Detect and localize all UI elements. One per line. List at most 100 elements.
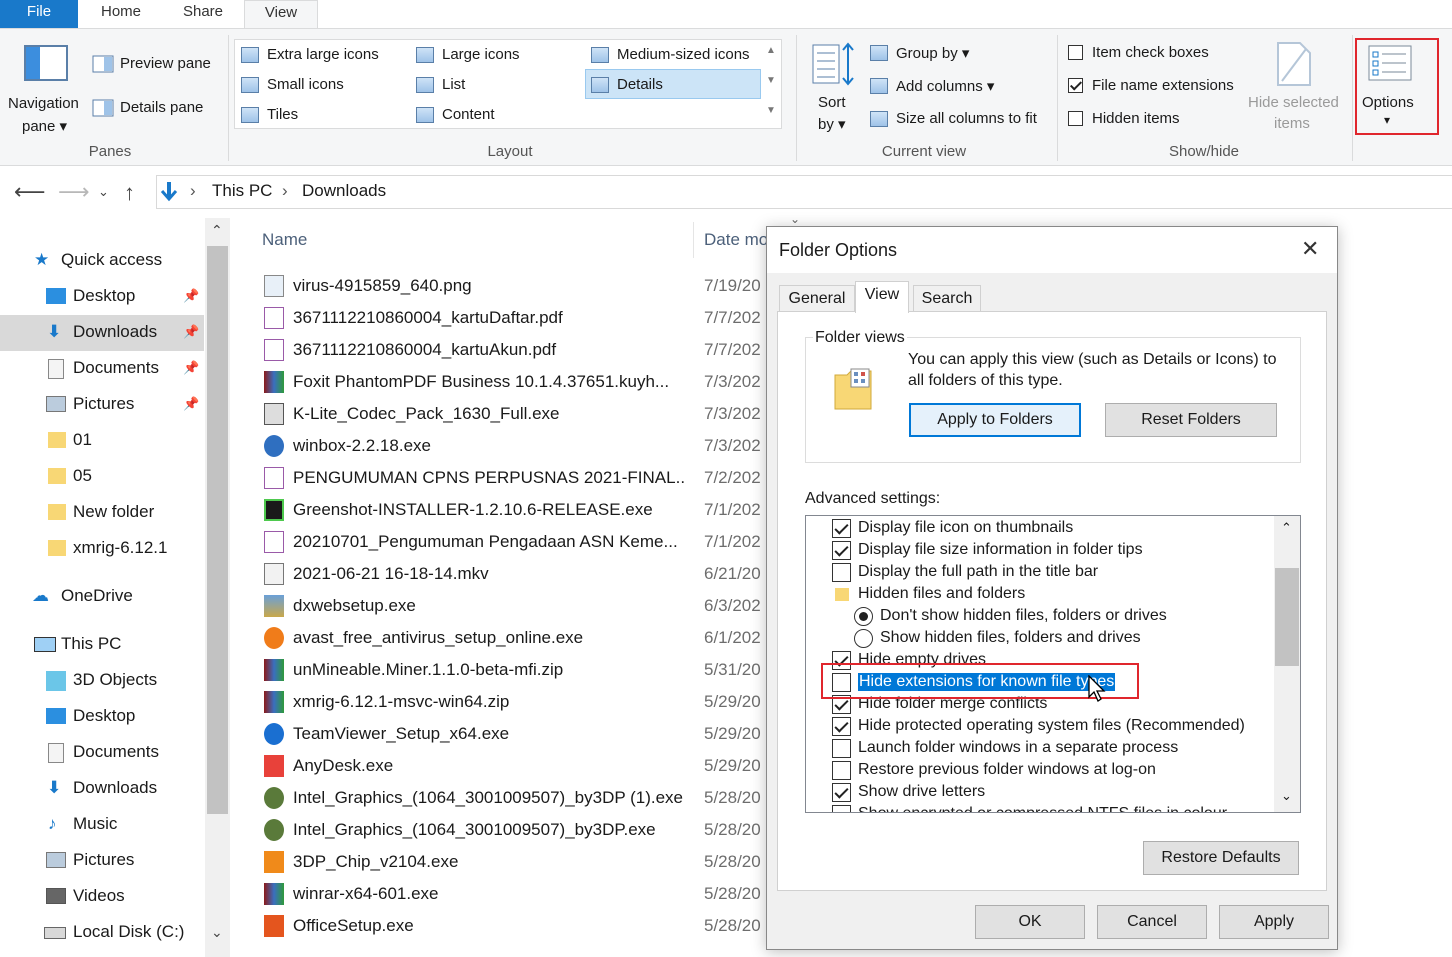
cancel-button[interactable]: Cancel [1097, 905, 1207, 939]
nav-quick-downloads[interactable]: ⬇ Downloads 📌 [0, 315, 204, 351]
archive-file-icon [264, 883, 284, 905]
nav-label: 3D Objects [73, 670, 158, 689]
nav-pc-downloads[interactable]: ⬇ Downloads [0, 771, 204, 807]
file-row[interactable]: K-Lite_Codec_Pack_1630_Full.exe 7/3/202 [262, 398, 768, 430]
file-row[interactable]: PENGUMUMAN CPNS PERPUSNAS 2021-FINAL... … [262, 462, 768, 494]
setting-checkbox[interactable] [832, 717, 851, 736]
file-row[interactable]: 3DP_Chip_v2104.exe 5/28/20 [262, 846, 768, 878]
forward-arrow-icon[interactable]: ⟶ [58, 179, 90, 205]
settings-scrollbar[interactable]: ⌃ ⌄ [1274, 516, 1300, 812]
nav-pc-local-disk[interactable]: Local Disk (C:) [0, 915, 204, 951]
tab-home[interactable]: Home [88, 0, 154, 28]
nav-quick-documents[interactable]: Documents 📌 [0, 351, 204, 387]
setting-checkbox[interactable] [832, 761, 851, 780]
file-date: 7/3/202 [704, 372, 761, 391]
layout-scroll-down-icon[interactable]: ▼ [766, 75, 776, 86]
file-row[interactable]: Intel_Graphics_(1064_3001009507)_by3DP.e… [262, 814, 768, 846]
setting-checkbox[interactable] [832, 563, 851, 582]
scroll-down-icon[interactable]: ⌄ [211, 924, 223, 941]
nav-pc-3d-objects[interactable]: 3D Objects [0, 663, 204, 699]
apply-button[interactable]: Apply [1219, 905, 1329, 939]
nav-quick-xmrig[interactable]: xmrig-6.12.1 [0, 531, 204, 567]
nav-pc-music[interactable]: ♪ Music [0, 807, 204, 843]
file-row[interactable]: winrar-x64-601.exe 5/28/20 [262, 878, 768, 910]
nav-scrollbar[interactable]: ⌃ ⌄ [205, 218, 230, 957]
setting-checkbox[interactable] [832, 739, 851, 758]
nav-onedrive[interactable]: ☁ OneDrive [0, 579, 204, 615]
file-row[interactable]: 2021-06-21 16-18-14.mkv 6/21/20 [262, 558, 768, 590]
nav-pc-pictures[interactable]: Pictures [0, 843, 204, 879]
recent-locations-icon[interactable]: ⌄ [98, 184, 109, 200]
dialog-title-bar[interactable]: Folder Options ✕ [767, 227, 1337, 273]
file-row[interactable]: Greenshot-INSTALLER-1.2.10.6-RELEASE.exe… [262, 494, 768, 526]
nav-quick-folder-01[interactable]: 01 [0, 423, 204, 459]
navigation-pane-label-2: pane ▾ [22, 118, 68, 135]
file-row[interactable]: 20210701_Pengumuman Pengadaan ASN Keme..… [262, 526, 768, 558]
up-arrow-icon[interactable]: ↑ [124, 180, 135, 206]
file-row[interactable]: virus-4915859_640.png 7/19/20 [262, 270, 768, 302]
setting-label: Display the full path in the title bar [858, 563, 1099, 580]
item-check-boxes-checkbox[interactable] [1068, 45, 1083, 60]
file-name-extensions-checkbox[interactable] [1068, 78, 1083, 93]
tab-file[interactable]: File [0, 0, 78, 28]
file-row[interactable]: unMineable.Miner.1.1.0-beta-mfi.zip 5/31… [262, 654, 768, 686]
file-name: Intel_Graphics_(1064_3001009507)_by3DP.e… [293, 820, 656, 839]
file-row[interactable]: 3671112210860004_kartuDaftar.pdf 7/7/202 [262, 302, 768, 334]
tab-view[interactable]: View [244, 0, 318, 29]
file-row[interactable]: OfficeSetup.exe 5/28/20 [262, 910, 768, 942]
back-arrow-icon[interactable]: ⟵ [14, 179, 46, 205]
scroll-down-icon[interactable]: ⌄ [1281, 788, 1292, 804]
file-row[interactable]: Foxit PhantomPDF Business 10.1.4.37651.k… [262, 366, 768, 398]
nav-quick-new-folder[interactable]: New folder [0, 495, 204, 531]
apply-to-folders-button[interactable]: Apply to Folders [909, 403, 1081, 437]
hidden-items-checkbox[interactable] [1068, 111, 1083, 126]
setting-checkbox[interactable] [832, 805, 851, 812]
nav-pc-videos[interactable]: Videos [0, 879, 204, 915]
settings-scroll-thumb[interactable] [1275, 568, 1299, 666]
file-row[interactable]: avast_free_antivirus_setup_online.exe 6/… [262, 622, 768, 654]
dialog-tab-general[interactable]: General [779, 285, 855, 313]
file-name: TeamViewer_Setup_x64.exe [293, 724, 510, 743]
setting-checkbox[interactable] [832, 783, 851, 802]
preview-pane-label: Preview pane [120, 55, 211, 72]
nav-quick-pictures[interactable]: Pictures 📌 [0, 387, 204, 423]
restore-defaults-button[interactable]: Restore Defaults [1143, 841, 1299, 875]
column-separator[interactable] [693, 222, 694, 258]
dialog-tab-search[interactable]: Search [913, 285, 981, 313]
nav-label: Desktop [73, 286, 136, 305]
ok-button[interactable]: OK [975, 905, 1085, 939]
file-row[interactable]: TeamViewer_Setup_x64.exe 5/29/20 [262, 718, 768, 750]
dialog-tab-view[interactable]: View [855, 281, 909, 313]
breadcrumb-this-pc[interactable]: This PC [212, 181, 272, 201]
column-header-name[interactable]: Name [262, 230, 307, 250]
setting-radio[interactable] [854, 607, 873, 626]
nav-scroll-thumb[interactable] [207, 246, 228, 814]
reset-folders-button[interactable]: Reset Folders [1105, 403, 1277, 437]
setting-checkbox[interactable] [832, 541, 851, 560]
file-date: 7/1/202 [704, 500, 761, 519]
nav-pc-desktop[interactable]: Desktop [0, 699, 204, 735]
tab-share[interactable]: Share [170, 0, 236, 28]
setting-radio[interactable] [854, 629, 873, 648]
layout-more-icon[interactable]: ▼ [766, 105, 776, 116]
nav-this-pc[interactable]: This PC [0, 627, 204, 663]
close-icon[interactable]: ✕ [1301, 236, 1319, 262]
nav-quick-access[interactable]: ★ Quick access [0, 243, 204, 279]
scroll-up-icon[interactable]: ⌃ [211, 222, 223, 239]
nav-pc-documents[interactable]: Documents [0, 735, 204, 771]
nav-quick-desktop[interactable]: Desktop 📌 [0, 279, 204, 315]
file-row[interactable]: winbox-2.2.18.exe 7/3/202 [262, 430, 768, 462]
list-icon [416, 77, 434, 93]
file-row[interactable]: dxwebsetup.exe 6/3/202 [262, 590, 768, 622]
nav-quick-folder-05[interactable]: 05 [0, 459, 204, 495]
column-header-date[interactable]: Date mo [704, 230, 766, 250]
setting-checkbox[interactable] [832, 519, 851, 538]
breadcrumb-downloads[interactable]: Downloads [302, 181, 386, 201]
scroll-up-icon[interactable]: ⌃ [1281, 520, 1292, 536]
file-row[interactable]: xmrig-6.12.1-msvc-win64.zip 5/29/20 [262, 686, 768, 718]
file-row[interactable]: 3671112210860004_kartuAkun.pdf 7/7/202 [262, 334, 768, 366]
file-row[interactable]: Intel_Graphics_(1064_3001009507)_by3DP (… [262, 782, 768, 814]
setting-checkbox[interactable] [832, 673, 851, 692]
layout-scroll-up-icon[interactable]: ▲ [766, 45, 776, 56]
file-row[interactable]: AnyDesk.exe 5/29/20 [262, 750, 768, 782]
